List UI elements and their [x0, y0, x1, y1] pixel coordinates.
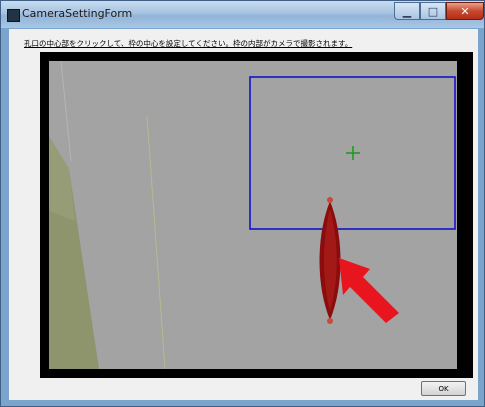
maximize-button[interactable]: □ [420, 2, 446, 20]
close-button[interactable]: ✕ [446, 2, 484, 20]
form-client-area: 孔口の中心部をクリックして、枠の中心を設定してください。枠の内部がカメラで撮影さ… [9, 29, 478, 400]
camera-preview-image[interactable] [49, 61, 457, 369]
object-top-tip [327, 197, 333, 203]
camera-feed-svg [49, 61, 457, 369]
title-bar[interactable]: CameraSettingForm ▁ □ ✕ [1, 1, 484, 28]
object-bottom-tip [327, 318, 333, 324]
window-title: CameraSettingForm [22, 7, 133, 20]
app-icon [7, 9, 20, 22]
camera-background [49, 61, 457, 369]
minimize-button[interactable]: ▁ [394, 2, 420, 20]
instruction-label: 孔口の中心部をクリックして、枠の中心を設定してください。枠の内部がカメラで撮影さ… [24, 39, 353, 48]
camera-preview-frame [40, 52, 473, 378]
camera-setting-window: CameraSettingForm ▁ □ ✕ 孔口の中心部をクリックして、枠の… [0, 0, 485, 407]
ok-button[interactable]: OK [421, 381, 466, 396]
